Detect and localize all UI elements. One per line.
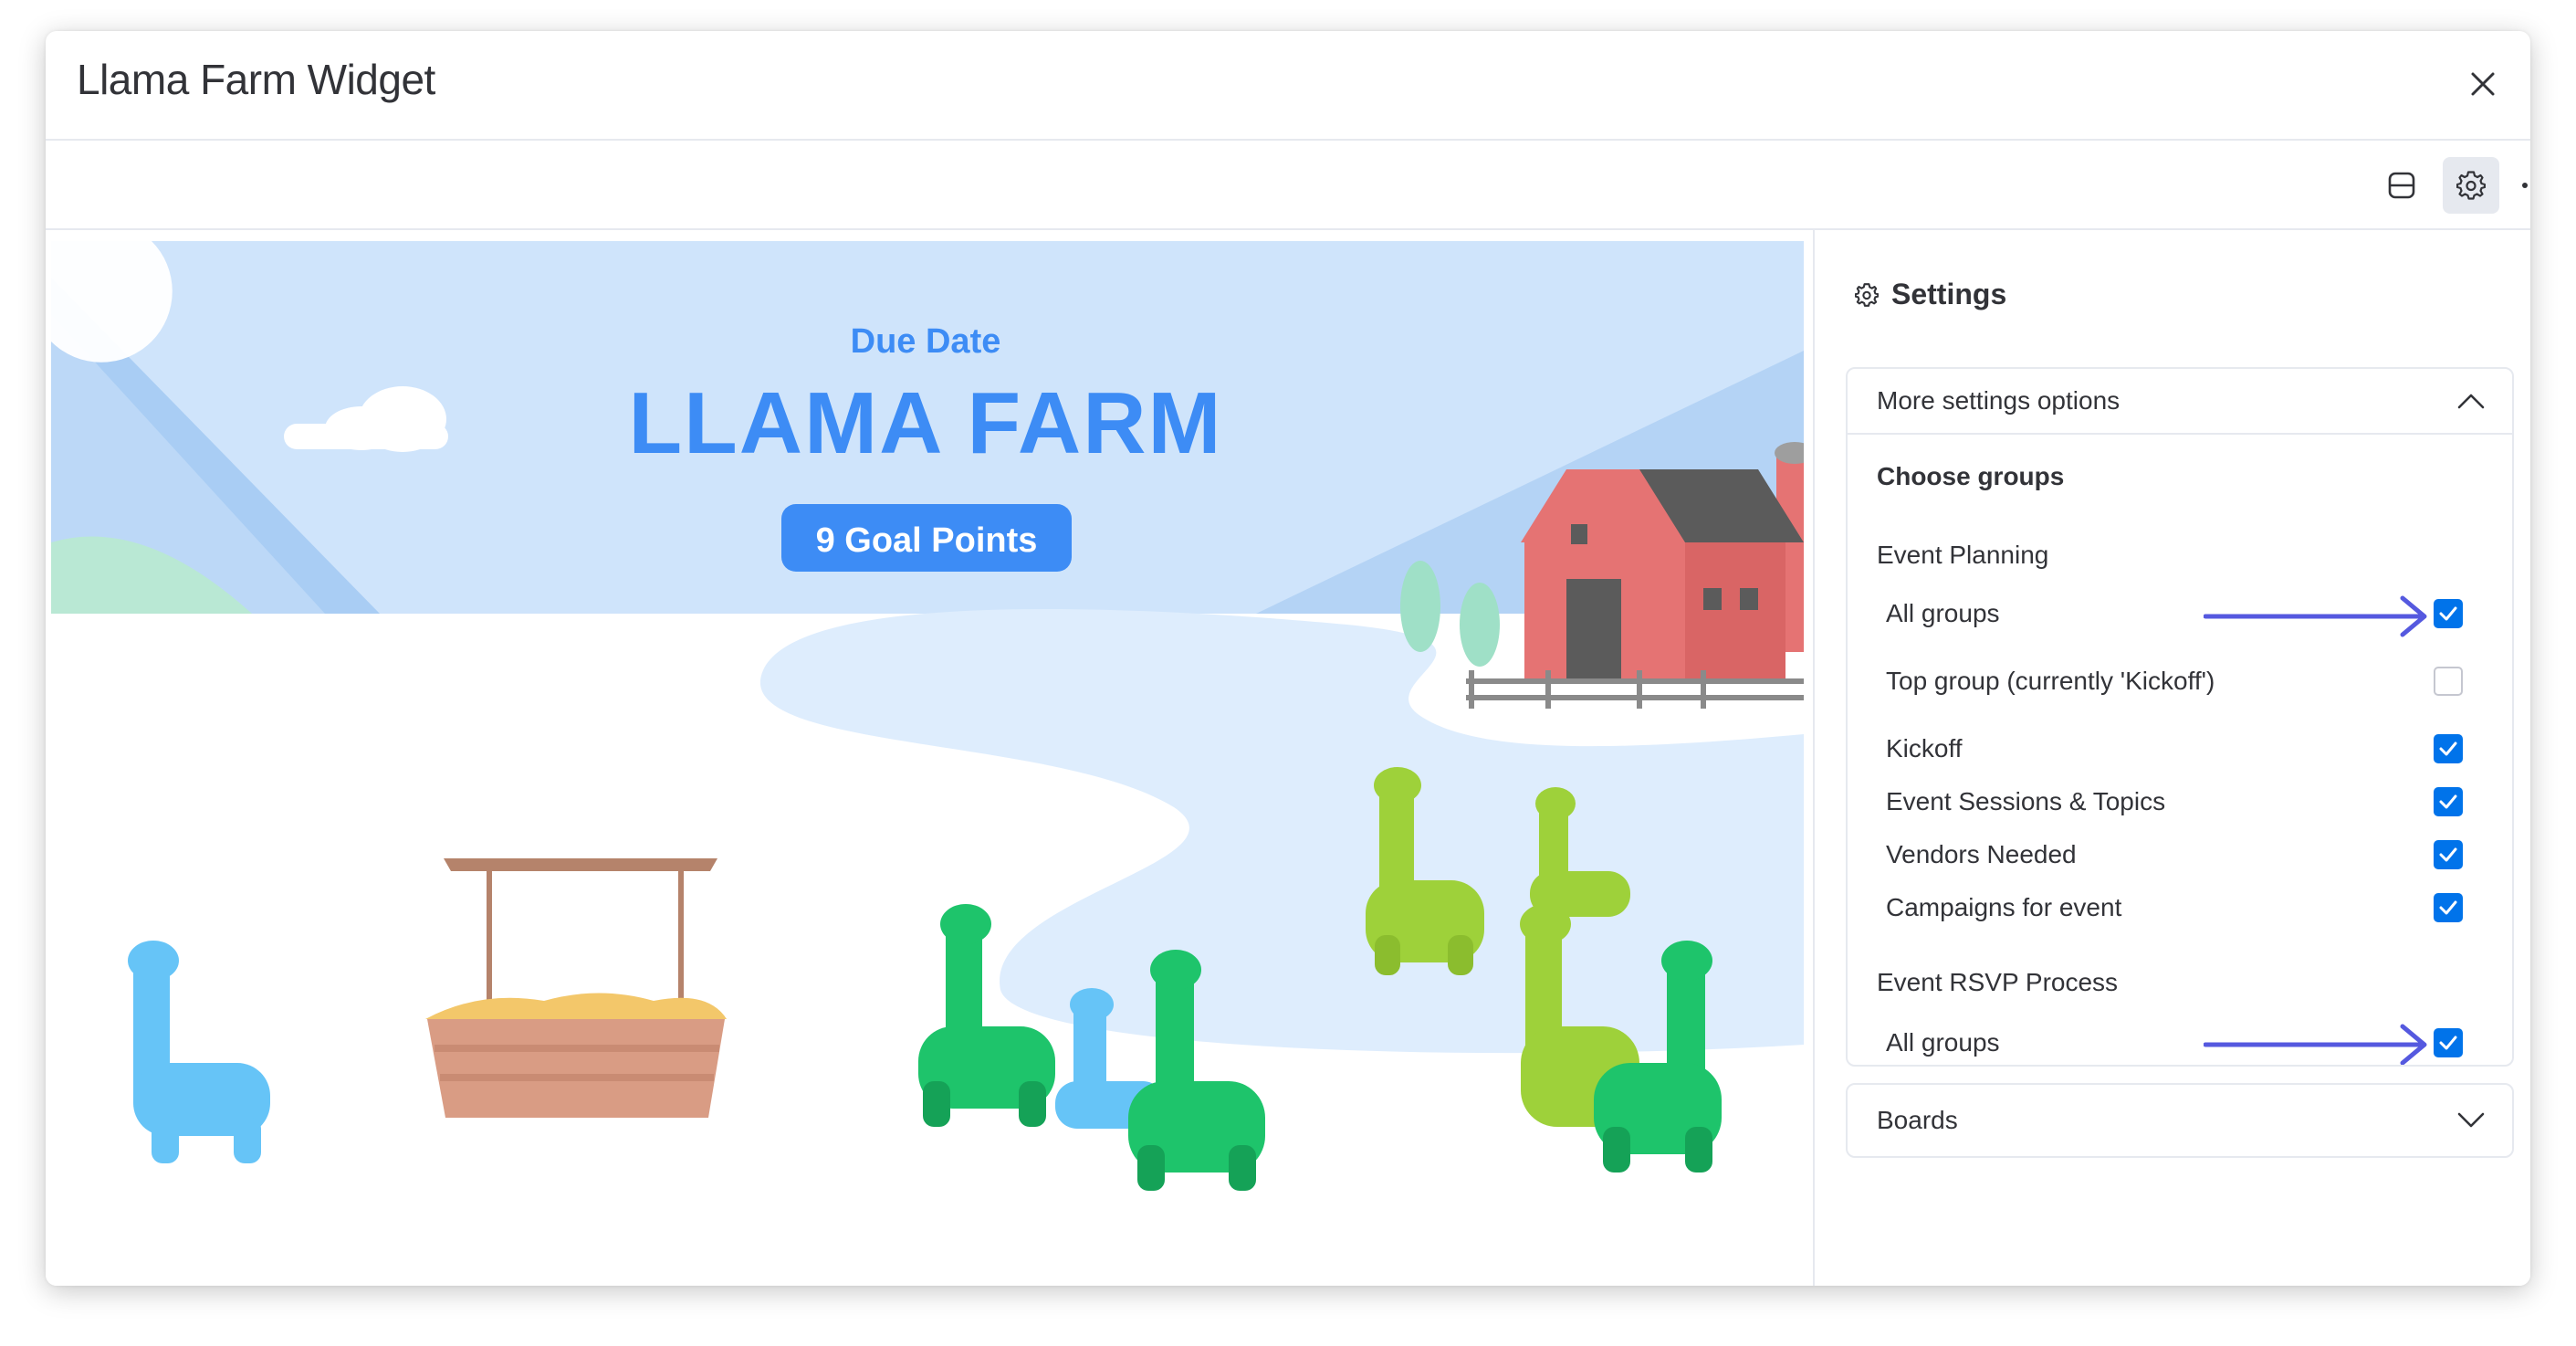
goal-badge: 9 Goal Points (816, 521, 1038, 560)
banner-title: LLAMA FARM (629, 374, 1223, 472)
more-settings-section: More settings options Choose groups Even… (1846, 367, 2514, 1067)
board-name-event-planning: Event Planning (1877, 541, 2049, 569)
group-label: Kickoff (1886, 734, 1963, 762)
widget-toolbar (46, 141, 2530, 230)
widget-canvas: Due Date LLAMA FARM 9 Goal Points (46, 230, 1815, 1286)
board-name-event-rsvp: Event RSVP Process (1877, 968, 2119, 996)
group-row-kickoff[interactable]: Kickoff (1886, 734, 2463, 763)
group-checkbox[interactable] (2434, 667, 2463, 696)
widget-modal: Llama Farm Widget Due Date LLAMA FARM 9 … (46, 31, 2530, 1286)
group-label: All groups (1886, 599, 2000, 627)
chevron-up-icon (2457, 394, 2485, 409)
checkmark-icon (2439, 847, 2457, 862)
settings-title: Settings (1891, 278, 2007, 310)
checkmark-icon (2439, 900, 2457, 915)
group-row-top-group[interactable]: Top group (currently 'Kickoff') (1886, 667, 2463, 696)
boards-label: Boards (1877, 1106, 1958, 1134)
gear-icon (1855, 282, 1879, 307)
choose-groups-label: Choose groups (1877, 462, 2065, 490)
checkmark-icon (2439, 741, 2457, 756)
checkmark-icon (2439, 1036, 2457, 1050)
group-label: Top group (currently 'Kickoff') (1886, 667, 2215, 695)
group-row-vendors-needed[interactable]: Vendors Needed (1886, 840, 2463, 869)
annotation-arrow-icon (2204, 1024, 2427, 1065)
group-checkbox[interactable] (2434, 734, 2463, 763)
checkmark-icon (2439, 794, 2457, 809)
settings-header: Settings (1855, 278, 2006, 311)
more-icon (2522, 183, 2528, 188)
group-checkbox[interactable] (2434, 787, 2463, 816)
group-label: Campaigns for event (1886, 893, 2122, 921)
more-settings-label: More settings options (1877, 386, 2120, 415)
close-button[interactable] (2457, 58, 2508, 110)
annotation-arrow-icon (2204, 595, 2427, 637)
settings-panel: Settings More settings options Choose gr… (1817, 230, 2530, 1286)
group-list: Choose groups Event Planning All groups … (1848, 433, 2512, 1065)
group-row-event-sessions[interactable]: Event Sessions & Topics (1886, 787, 2463, 816)
group-checkbox[interactable] (2434, 893, 2463, 922)
checkmark-icon (2439, 606, 2457, 621)
banner-subtitle: Due Date (851, 322, 1001, 361)
settings-button[interactable] (2443, 157, 2499, 214)
boards-toggle[interactable]: Boards (1848, 1085, 2512, 1156)
group-label: All groups (1886, 1028, 2000, 1057)
chevron-down-icon (2457, 1112, 2485, 1128)
group-label: Event Sessions & Topics (1886, 787, 2166, 815)
llama-farm-illustration: Due Date LLAMA FARM 9 Goal Points (51, 241, 1804, 1282)
group-checkbox[interactable] (2434, 840, 2463, 869)
modal-header: Llama Farm Widget (46, 31, 2530, 141)
group-row-campaigns[interactable]: Campaigns for event (1886, 893, 2463, 922)
group-label: Vendors Needed (1886, 840, 2077, 868)
boards-section: Boards (1846, 1083, 2514, 1158)
group-checkbox[interactable] (2434, 1028, 2463, 1057)
group-checkbox[interactable] (2434, 599, 2463, 628)
gear-icon (2456, 171, 2486, 200)
layout-icon (2388, 172, 2415, 199)
more-options-button[interactable] (2510, 157, 2530, 214)
layout-button[interactable] (2373, 157, 2430, 214)
more-settings-toggle[interactable]: More settings options (1848, 369, 2512, 433)
close-icon (2471, 72, 2495, 96)
widget-title: Llama Farm Widget (77, 56, 435, 103)
